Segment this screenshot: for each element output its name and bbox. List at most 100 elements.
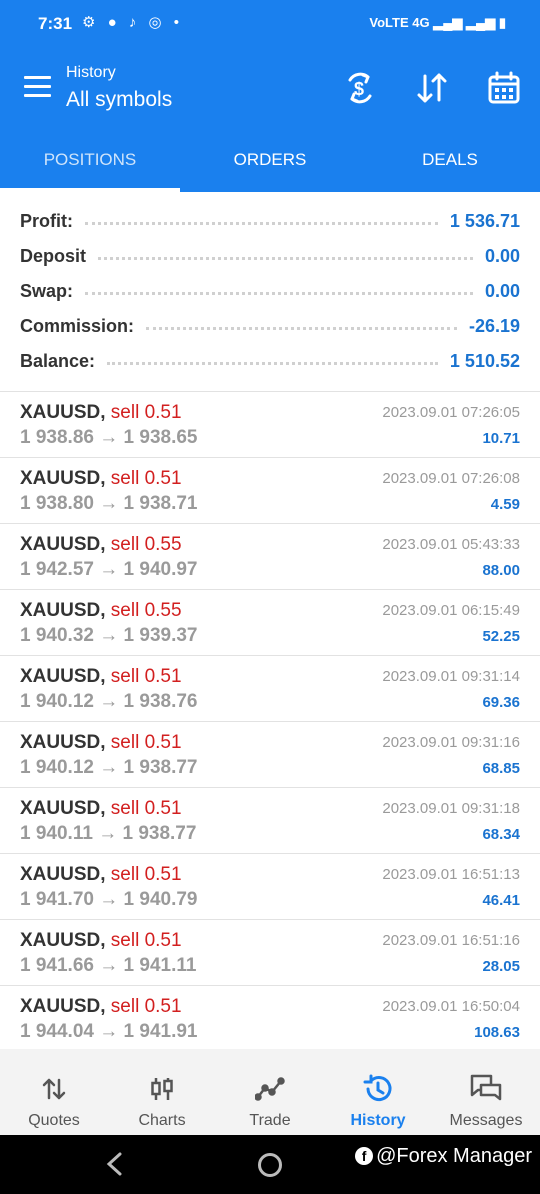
nav-label: Messages: [449, 1112, 523, 1129]
dotted-leader: [107, 362, 438, 365]
list-item[interactable]: XAUUSD, sell 0.51 1 940.11 → 1 938.77 20…: [0, 788, 540, 854]
open-price: 1 941.70: [20, 889, 94, 910]
deal-symbol: XAUUSD,: [20, 996, 106, 1017]
deals-list: XAUUSD, sell 0.51 1 938.86 → 1 938.65 20…: [0, 392, 540, 1052]
summary-value: 1 510.52: [449, 351, 520, 371]
deal-side: sell 0.51: [110, 930, 182, 951]
nav-charts[interactable]: Charts: [108, 1049, 216, 1135]
deal-time: 2023.09.01 07:26:05: [382, 404, 520, 421]
deal-title: XAUUSD, sell 0.51: [20, 468, 182, 490]
deal-side: sell 0.51: [110, 666, 182, 687]
deal-time: 2023.09.01 09:31:14: [382, 668, 520, 685]
arrow: →: [99, 691, 119, 712]
deal-time: 2023.09.01 09:31:16: [382, 734, 520, 751]
arrow: →: [98, 823, 118, 844]
tab-orders[interactable]: ORDERS: [180, 126, 360, 192]
deal-prices: 1 942.57 → 1 940.97: [20, 559, 198, 581]
deal-symbol: XAUUSD,: [20, 468, 106, 489]
open-price: 1 942.57: [20, 559, 94, 580]
list-item[interactable]: XAUUSD, sell 0.51 1 941.66 → 1 941.11 20…: [0, 920, 540, 986]
deal-profit: 4.59: [490, 496, 520, 513]
deal-profit: 28.05: [482, 958, 520, 975]
deal-prices: 1 938.86 → 1 938.65: [20, 427, 198, 449]
sort-icon[interactable]: [412, 68, 452, 108]
arrow: →: [99, 757, 119, 778]
nav-label: Trade: [249, 1112, 291, 1129]
summary-value: 0.00: [484, 281, 520, 301]
deal-symbol: XAUUSD,: [20, 534, 106, 555]
summary-label: Profit:: [20, 211, 73, 231]
close-price: 1 939.37: [123, 625, 198, 646]
currency-exchange-icon[interactable]: $: [340, 68, 380, 108]
deal-symbol: XAUUSD,: [20, 930, 106, 951]
svg-text:$: $: [354, 79, 364, 99]
deal-symbol: XAUUSD,: [20, 864, 106, 885]
home-icon[interactable]: [258, 1153, 282, 1177]
tab-deals[interactable]: DEALS: [360, 126, 540, 192]
deal-side: sell 0.51: [110, 468, 182, 489]
deal-title: XAUUSD, sell 0.51: [20, 402, 182, 424]
deal-symbol: XAUUSD,: [20, 600, 106, 621]
deal-time: 2023.09.01 16:51:13: [382, 866, 520, 883]
summary-label: Swap:: [20, 281, 74, 301]
deal-title: XAUUSD, sell 0.51: [20, 798, 182, 820]
list-item[interactable]: XAUUSD, sell 0.51 1 940.12 → 1 938.77 20…: [0, 722, 540, 788]
summary-row-balance: Balance: 1 510.52: [0, 344, 540, 379]
tab-positions[interactable]: POSITIONS: [0, 126, 180, 192]
bottom-navigation: Quotes Charts Trade History Messages: [0, 1049, 540, 1135]
deal-time: 2023.09.01 07:26:08: [382, 470, 520, 487]
deal-side: sell 0.51: [110, 996, 182, 1017]
deal-time: 2023.09.01 05:43:33: [382, 536, 520, 553]
arrow: →: [99, 1021, 119, 1042]
nav-history[interactable]: History: [324, 1049, 432, 1135]
deal-profit: 68.34: [482, 826, 520, 843]
close-price: 1 940.97: [123, 559, 198, 580]
app-bar-subtitle: History: [66, 64, 116, 81]
symbol-selector[interactable]: All symbols: [66, 88, 172, 112]
menu-icon[interactable]: [24, 76, 51, 98]
open-price: 1 944.04: [20, 1021, 94, 1042]
open-price: 1 940.32: [20, 625, 94, 646]
deal-title: XAUUSD, sell 0.51: [20, 864, 182, 886]
list-item[interactable]: XAUUSD, sell 0.55 1 940.32 → 1 939.37 20…: [0, 590, 540, 656]
list-item[interactable]: XAUUSD, sell 0.51 1 941.70 → 1 940.79 20…: [0, 854, 540, 920]
summary-row-commission: Commission: -26.19: [0, 309, 540, 344]
list-item[interactable]: XAUUSD, sell 0.51 1 944.04 → 1 941.91 20…: [0, 986, 540, 1052]
back-icon[interactable]: [104, 1151, 124, 1182]
watermark-text: @Forex Manager: [376, 1145, 532, 1167]
deal-prices: 1 944.04 → 1 941.91: [20, 1021, 198, 1043]
list-item[interactable]: XAUUSD, sell 0.51 1 938.86 → 1 938.65 20…: [0, 392, 540, 458]
nav-quotes[interactable]: Quotes: [0, 1049, 108, 1135]
nav-messages[interactable]: Messages: [432, 1049, 540, 1135]
summary-label: Commission:: [20, 316, 135, 336]
summary-value: 0.00: [484, 246, 520, 266]
status-time: 7:31: [38, 14, 73, 33]
list-item[interactable]: XAUUSD, sell 0.51 1 940.12 → 1 938.76 20…: [0, 656, 540, 722]
open-price: 1 938.80: [20, 493, 94, 514]
trade-icon: [216, 1069, 324, 1109]
deal-time: 2023.09.01 06:15:49: [382, 602, 520, 619]
summary-row-deposit: Deposit 0.00: [0, 239, 540, 274]
list-item[interactable]: XAUUSD, sell 0.55 1 942.57 → 1 940.97 20…: [0, 524, 540, 590]
arrow: →: [99, 427, 119, 448]
summary-panel: Profit: 1 536.71 Deposit 0.00 Swap: 0.00…: [0, 204, 540, 379]
deal-side: sell 0.55: [110, 534, 182, 555]
deal-time: 2023.09.01 16:51:16: [382, 932, 520, 949]
deal-symbol: XAUUSD,: [20, 402, 106, 423]
deal-prices: 1 938.80 → 1 938.71: [20, 493, 198, 515]
close-price: 1 941.91: [123, 1021, 198, 1042]
nav-label: Quotes: [28, 1112, 80, 1129]
dotted-leader: [85, 222, 438, 225]
app-bar: History All symbols $: [0, 50, 540, 126]
list-item[interactable]: XAUUSD, sell 0.51 1 938.80 → 1 938.71 20…: [0, 458, 540, 524]
deal-profit: 69.36: [482, 694, 520, 711]
deal-profit: 108.63: [474, 1024, 520, 1041]
arrow: →: [99, 625, 119, 646]
open-price: 1 940.11: [20, 823, 93, 844]
close-price: 1 938.71: [123, 493, 198, 514]
deal-title: XAUUSD, sell 0.55: [20, 534, 182, 556]
system-status-icons: VoLTE 4G ▂▄▆ ▂▄▆ ▮: [369, 15, 506, 30]
nav-trade[interactable]: Trade: [216, 1049, 324, 1135]
calendar-icon[interactable]: [484, 68, 524, 108]
summary-row-swap: Swap: 0.00: [0, 274, 540, 309]
